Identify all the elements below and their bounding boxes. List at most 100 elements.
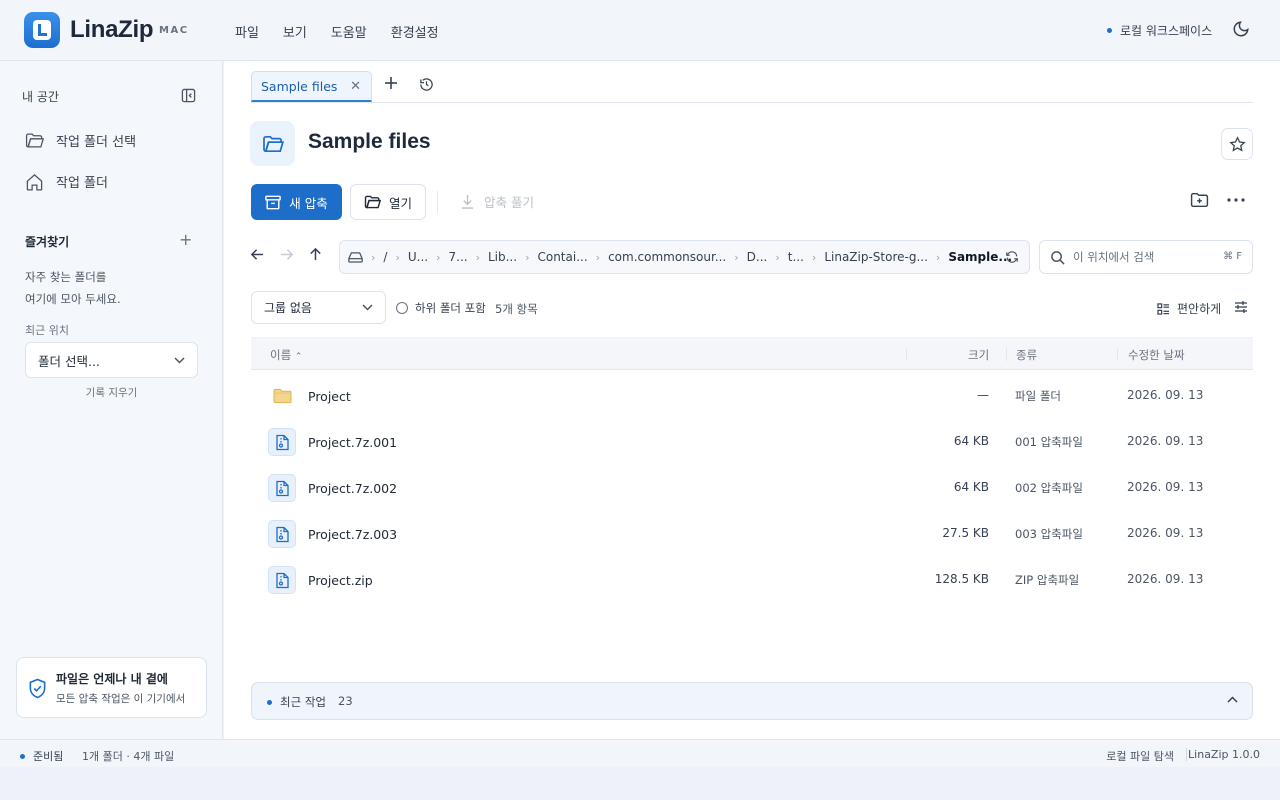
open-button[interactable]: 열기: [350, 184, 426, 220]
more-options-button[interactable]: [1227, 193, 1245, 207]
shield-check-icon: [29, 678, 46, 699]
table-row[interactable]: Project.zip 128.5 KB ZIP 압축파일 2026. 09. …: [251, 558, 1253, 604]
menu-help[interactable]: 도움말: [331, 22, 367, 41]
plus-icon: [385, 77, 397, 89]
view-density-button[interactable]: 편안하게: [1157, 300, 1221, 317]
breadcrumb-item[interactable]: U...: [408, 250, 428, 264]
file-date: 2026. 09. 13: [1127, 526, 1204, 540]
menu-bar: 파일 보기 도움말 환경설정: [235, 22, 439, 41]
status-mode: 로컬 파일 탐색: [1106, 750, 1174, 763]
star-icon: [1228, 135, 1246, 152]
breadcrumb-current[interactable]: Sample...: [948, 250, 1012, 264]
recent-jobs-count: 23: [338, 694, 353, 708]
column-size-header[interactable]: 크기: [968, 347, 989, 363]
toolbar-divider: [437, 191, 438, 213]
view-settings-button[interactable]: [1234, 300, 1248, 314]
sidebar-item-work-folder[interactable]: 작업 폴더: [25, 172, 108, 191]
add-favorite-button[interactable]: +: [179, 232, 192, 248]
download-icon: [461, 194, 474, 209]
sliders-icon: [1235, 301, 1247, 313]
dark-mode-toggle[interactable]: [1232, 20, 1250, 38]
file-size: 64 KB: [953, 480, 989, 494]
menu-settings[interactable]: 환경설정: [391, 22, 439, 41]
status-dot-icon: [267, 700, 272, 705]
breadcrumb-item[interactable]: LinaZip-Store-g...: [824, 250, 928, 264]
favorites-heading: 즐겨찾기: [25, 235, 70, 249]
tab-sample-files[interactable]: Sample files ✕: [251, 71, 372, 102]
file-size: 64 KB: [953, 434, 989, 448]
close-tab-icon[interactable]: ✕: [350, 79, 361, 94]
sidebar-toggle-icon: [181, 88, 196, 103]
include-subfolders-label: 하위 폴더 포함: [415, 301, 486, 315]
recent-location-select[interactable]: 폴더 선택...: [25, 342, 198, 378]
status-divider: [1186, 748, 1187, 761]
search-box[interactable]: ⌘ F: [1039, 240, 1253, 274]
file-kind: 003 압축파일: [1015, 527, 1083, 541]
favorite-button[interactable]: [1221, 128, 1253, 160]
status-bar: 준비됨 1개 폴더 · 4개 파일 로컬 파일 탐색 LinaZip 1.0.0: [0, 739, 1280, 767]
recent-location-value: 폴더 선택...: [38, 353, 100, 369]
chevron-down-icon: [174, 356, 185, 364]
extract-label: 압축 풀기: [484, 195, 534, 210]
breadcrumb-item[interactable]: t...: [788, 250, 804, 264]
forward-button[interactable]: [279, 247, 294, 262]
include-subfolders-toggle[interactable]: 하위 폴더 포함: [396, 300, 486, 316]
status-summary: 1개 폴더 · 4개 파일: [82, 750, 175, 763]
file-name: Project.zip: [308, 573, 373, 588]
menu-file[interactable]: 파일: [235, 22, 259, 41]
arrow-up-icon: [310, 247, 321, 261]
breadcrumb-item[interactable]: Contai...: [537, 250, 587, 264]
breadcrumb: › / › U... › 7... › Lib... › Contai... › com.…: [339, 240, 1030, 274]
breadcrumb-item[interactable]: D...: [747, 250, 768, 264]
table-row[interactable]: Project.7z.001 64 KB 001 압축파일 2026. 09. …: [251, 420, 1253, 466]
file-size: 128.5 KB: [934, 572, 989, 586]
table-row[interactable]: Project — 파일 폴더 2026. 09. 13: [251, 374, 1253, 420]
sidebar: 내 공간 작업 폴더 선택 작업 폴더 즐겨찾기 + 자주 찾는 폴더를 여기에…: [0, 61, 223, 739]
status-dot-icon: [1107, 28, 1112, 33]
list-view-icon: [1157, 302, 1170, 315]
group-by-select[interactable]: 그룹 없음: [251, 291, 386, 324]
chevron-up-icon[interactable]: [1227, 696, 1238, 703]
history-icon: [420, 78, 433, 91]
breadcrumb-item[interactable]: com.commonsour...: [608, 250, 726, 264]
status-ready: 준비됨: [20, 748, 63, 764]
sidebar-collapse-button[interactable]: [181, 88, 196, 103]
archive-file-icon: [268, 474, 296, 502]
refresh-button[interactable]: [1005, 250, 1019, 264]
breadcrumb-item[interactable]: 7...: [449, 250, 468, 264]
status-ready-label: 준비됨: [33, 750, 64, 763]
clear-history-button[interactable]: 기록 지우기: [0, 385, 223, 400]
column-date-header[interactable]: 수정한 날짜: [1128, 347, 1185, 363]
platform-badge: MAC: [159, 25, 189, 36]
new-tab-button[interactable]: [384, 76, 398, 90]
folder-open-icon: [262, 135, 284, 152]
breadcrumb-item[interactable]: Lib...: [488, 250, 517, 264]
sidebar-item-choose-folder[interactable]: 작업 폴더 선택: [25, 131, 136, 150]
extract-button[interactable]: 압축 풀기: [460, 192, 534, 211]
column-name-header[interactable]: 이름 ⌃: [270, 347, 302, 363]
privacy-card-subtitle: 모든 압축 작업은 이 기기에서: [56, 693, 186, 705]
chevron-down-icon: [362, 304, 373, 311]
column-kind-header[interactable]: 종류: [1016, 347, 1037, 363]
table-row[interactable]: Project.7z.002 64 KB 002 압축파일 2026. 09. …: [251, 466, 1253, 512]
new-folder-button[interactable]: [1190, 192, 1209, 208]
open-label: 열기: [388, 195, 412, 211]
drive-icon[interactable]: [348, 251, 363, 263]
recent-jobs-panel[interactable]: 최근 작업 23: [251, 682, 1253, 720]
search-input[interactable]: [1073, 250, 1213, 264]
parent-folder-button[interactable]: [308, 247, 323, 262]
archive-file-icon: [268, 520, 296, 548]
file-name: Project.7z.002: [308, 481, 398, 496]
file-size: —: [977, 388, 989, 402]
table-row[interactable]: Project.7z.003 27.5 KB 003 압축파일 2026. 09…: [251, 512, 1253, 558]
privacy-card: 파일은 언제나 내 곁에 모든 압축 작업은 이 기기에서: [16, 657, 207, 718]
tab-history-button[interactable]: [419, 77, 434, 92]
breadcrumb-item[interactable]: /: [383, 250, 387, 264]
menu-view[interactable]: 보기: [283, 22, 307, 41]
status-dot-icon: [20, 753, 25, 759]
arrow-left-icon: [250, 249, 264, 260]
back-button[interactable]: [250, 247, 265, 262]
file-kind: ZIP 압축파일: [1015, 573, 1080, 587]
new-archive-button[interactable]: 새 압축: [251, 184, 342, 220]
workspace-indicator[interactable]: 로컬 워크스페이스: [1107, 22, 1212, 39]
